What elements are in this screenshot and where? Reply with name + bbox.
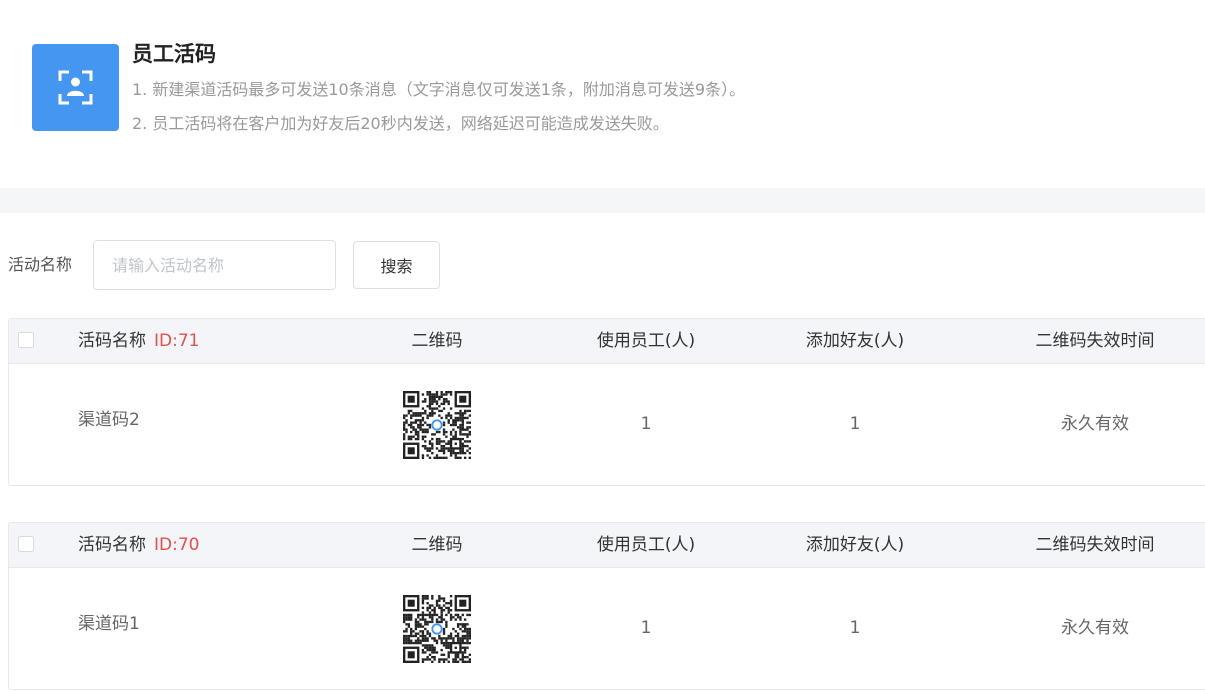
record-id: ID:70	[154, 535, 200, 555]
record-name: 渠道码1	[78, 614, 140, 634]
section-divider	[0, 188, 1205, 213]
column-expire-header: 二维码失效时间	[1035, 331, 1155, 351]
page-title: 员工活码	[132, 42, 216, 66]
expire-time: 永久有效	[1061, 414, 1129, 434]
search-label: 活动名称	[8, 255, 73, 274]
search-button[interactable]: 搜索	[353, 241, 440, 289]
qr-person-icon	[32, 44, 119, 131]
column-qr-header: 二维码	[411, 331, 463, 351]
select-checkbox[interactable]	[18, 536, 34, 552]
column-friends-header: 添加好友(人)	[805, 331, 905, 351]
column-friends-header: 添加好友(人)	[805, 535, 905, 555]
page-header: 员工活码 1. 新建渠道活码最多可发送10条消息（文字消息仅可发送1条，附加消息…	[0, 0, 1205, 188]
column-name-header: 活码名称 ID:71	[78, 331, 200, 351]
qr-code-icon[interactable]	[403, 595, 471, 663]
friends-count: 1	[849, 618, 861, 638]
column-staff-header: 使用员工(人)	[596, 331, 696, 351]
record-card: 活码名称 ID:70 二维码 使用员工(人) 添加好友(人) 二维码失效时间 渠道…	[8, 522, 1205, 690]
record-card: 活码名称 ID:71 二维码 使用员工(人) 添加好友(人) 二维码失效时间 渠道…	[8, 318, 1205, 486]
friends-count: 1	[849, 414, 861, 434]
search-input[interactable]	[93, 240, 336, 290]
card-header: 活码名称 ID:70 二维码 使用员工(人) 添加好友(人) 二维码失效时间	[9, 523, 1205, 568]
header-note-2: 2. 员工活码将在客户加为好友后20秒内发送，网络延迟可能造成发送失败。	[132, 114, 669, 133]
column-staff-header: 使用员工(人)	[596, 535, 696, 555]
header-note-1: 1. 新建渠道活码最多可发送10条消息（文字消息仅可发送1条，附加消息可发送9条…	[132, 80, 746, 99]
staff-count: 1	[640, 414, 652, 434]
record-id: ID:71	[154, 331, 200, 351]
select-checkbox[interactable]	[18, 332, 34, 348]
column-expire-header: 二维码失效时间	[1035, 535, 1155, 555]
staff-count: 1	[640, 618, 652, 638]
column-name-header: 活码名称 ID:70	[78, 535, 200, 555]
expire-time: 永久有效	[1061, 618, 1129, 638]
record-name: 渠道码2	[78, 410, 140, 430]
card-header: 活码名称 ID:71 二维码 使用员工(人) 添加好友(人) 二维码失效时间	[9, 319, 1205, 364]
qr-code-icon[interactable]	[403, 391, 471, 459]
column-qr-header: 二维码	[411, 535, 463, 555]
